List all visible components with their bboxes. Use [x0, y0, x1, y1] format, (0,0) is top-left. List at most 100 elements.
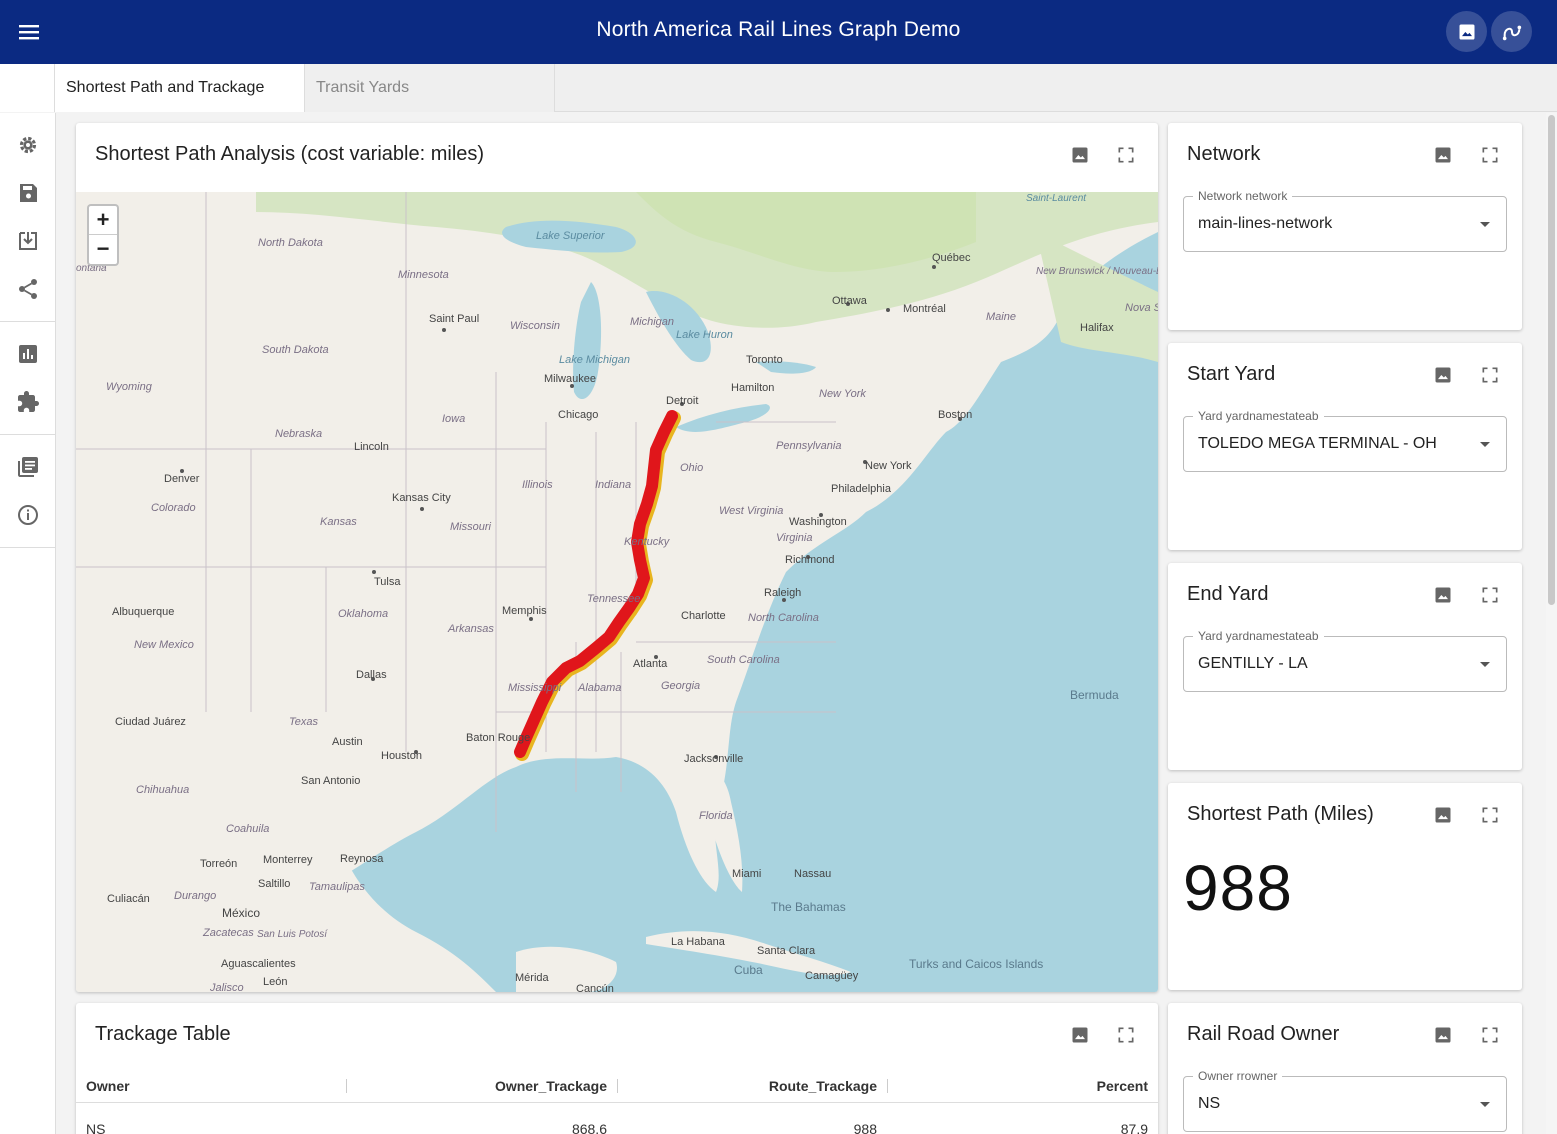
map-label: Raleigh: [764, 587, 801, 599]
image-icon[interactable]: [1433, 1025, 1453, 1045]
map-label: Florida: [699, 810, 733, 822]
map-label: Cuba: [734, 963, 763, 977]
map-label: Aguascalientes: [221, 958, 296, 970]
scrollbar-thumb[interactable]: [1548, 115, 1555, 605]
shortest-path-map-card: Shortest Path Analysis (cost variable: m…: [76, 123, 1158, 992]
map-label: Ottawa: [832, 295, 868, 307]
map-label: Iowa: [442, 413, 465, 425]
card-title: Shortest Path Analysis (cost variable: m…: [95, 143, 485, 165]
list-icon[interactable]: [16, 455, 40, 479]
zoom-out-button[interactable]: −: [89, 235, 117, 264]
table-cell: 868.6: [571, 1121, 607, 1134]
card-title: Network: [1187, 143, 1261, 165]
chart-icon[interactable]: [16, 342, 40, 366]
info-icon[interactable]: [16, 503, 40, 527]
network-select[interactable]: Network network main-lines-network: [1183, 189, 1507, 252]
fullscreen-icon[interactable]: [1480, 805, 1500, 825]
fullscreen-icon[interactable]: [1116, 1025, 1136, 1045]
owner-select[interactable]: Owner rrowner NS: [1183, 1069, 1507, 1132]
image-icon[interactable]: [1433, 585, 1453, 605]
map-label: Jalisco: [209, 982, 244, 992]
shortest-path-value: 988: [1183, 852, 1293, 924]
map-label: Saint-Laurent: [1026, 193, 1087, 204]
map-label: Detroit: [666, 395, 698, 407]
field-value: NS: [1198, 1095, 1221, 1112]
gear-icon[interactable]: [16, 133, 40, 157]
image-icon: [1459, 24, 1474, 39]
fullscreen-icon[interactable]: [1480, 145, 1500, 165]
table-cell: 87.9: [1120, 1121, 1148, 1134]
tab-bar-spacer: [0, 64, 55, 112]
image-icon[interactable]: [1433, 145, 1453, 165]
extension-icon[interactable]: [16, 390, 40, 414]
map-label: New York: [865, 460, 912, 472]
sidebar-divider: [0, 434, 56, 435]
column-divider[interactable]: [617, 1079, 618, 1093]
map-label: Jacksonville: [684, 753, 743, 765]
app-bar: North America Rail Lines Graph Demo: [0, 0, 1557, 64]
column-header[interactable]: Percent: [1097, 1078, 1148, 1094]
end-yard-select[interactable]: Yard yardnamestateab GENTILLY - LA: [1183, 629, 1507, 692]
map-label: South Dakota: [262, 344, 329, 356]
column-divider[interactable]: [887, 1079, 888, 1093]
fullscreen-icon[interactable]: [1480, 365, 1500, 385]
export-image-button[interactable]: [1446, 11, 1487, 52]
column-header[interactable]: Route_Trackage: [769, 1078, 877, 1094]
image-icon[interactable]: [1070, 1025, 1090, 1045]
start-yard-select[interactable]: Yard yardnamestateab TOLEDO MEGA TERMINA…: [1183, 409, 1507, 472]
map-label: Oklahoma: [338, 608, 388, 620]
map-label: San Antonio: [301, 775, 360, 787]
map-label: Wyoming: [106, 381, 153, 393]
map-label: South Carolina: [707, 654, 780, 666]
tab-shortest-path[interactable]: Shortest Path and Trackage: [55, 64, 305, 112]
image-icon[interactable]: [1070, 145, 1090, 165]
column-header[interactable]: Owner_Trackage: [495, 1078, 607, 1094]
map-label: Colorado: [151, 502, 196, 514]
save-icon[interactable]: [16, 181, 40, 205]
column-header[interactable]: Owner: [86, 1078, 130, 1094]
map-label: Lake Superior: [536, 230, 606, 242]
chevron-down-icon: [1480, 1102, 1490, 1107]
map-label: Houston: [381, 750, 422, 762]
map-label: Hamilton: [731, 382, 774, 394]
tab-label: Transit Yards: [316, 79, 410, 96]
map-label: Mississippi: [508, 682, 562, 694]
image-icon[interactable]: [1433, 365, 1453, 385]
map-label: Turks and Caicos Islands: [909, 957, 1043, 971]
card-title: Shortest Path (Miles): [1187, 803, 1374, 825]
fullscreen-icon[interactable]: [1116, 145, 1136, 165]
share-icon[interactable]: [16, 277, 40, 301]
map-label: Denver: [164, 473, 200, 485]
field-label: Yard yardnamestateab: [1193, 629, 1324, 643]
card-title: Rail Road Owner: [1187, 1023, 1340, 1045]
table-cell: NS: [86, 1121, 106, 1134]
map[interactable]: North Dakota Minnesota Saint Paul Wiscon…: [76, 192, 1158, 992]
fullscreen-icon[interactable]: [1480, 585, 1500, 605]
map-label: Coahuila: [226, 823, 269, 835]
map-label: Kansas: [320, 516, 357, 528]
graph-button[interactable]: [1491, 11, 1532, 52]
map-label: Kentucky: [624, 536, 671, 548]
map-label: Chicago: [558, 409, 598, 421]
sidebar-divider: [0, 321, 56, 322]
column-divider[interactable]: [346, 1079, 347, 1093]
card-title: Trackage Table: [95, 1023, 231, 1045]
map-label: Mérida: [515, 972, 550, 984]
chevron-down-icon: [1480, 222, 1490, 227]
map-label: Bermuda: [1070, 688, 1119, 702]
page-scrollbar[interactable]: [1546, 113, 1557, 1134]
zoom-in-button[interactable]: +: [89, 206, 117, 235]
download-icon[interactable]: [16, 229, 40, 253]
map-label: Miami: [732, 868, 761, 880]
fullscreen-icon[interactable]: [1480, 1025, 1500, 1045]
map-label: Saint Paul: [429, 313, 479, 325]
map-label: Baton Rouge: [466, 732, 530, 744]
map-label: Texas: [289, 716, 318, 728]
tab-transit-yards[interactable]: Transit Yards: [305, 64, 555, 112]
map-label: León: [263, 976, 287, 988]
map-canvas[interactable]: North Dakota Minnesota Saint Paul Wiscon…: [76, 192, 1158, 992]
field-label: Network network: [1193, 189, 1293, 203]
table-row[interactable]: NS 868.6 988 87.9: [76, 1103, 1158, 1134]
image-icon[interactable]: [1433, 805, 1453, 825]
sidebar: [0, 113, 56, 1134]
